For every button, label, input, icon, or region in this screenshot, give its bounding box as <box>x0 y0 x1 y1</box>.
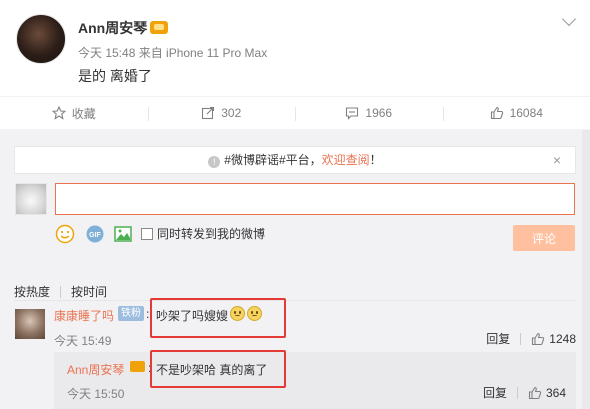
reply-time: 今天 15:50 <box>67 387 125 401</box>
post-action-bar: 收藏 302 1966 16084 <box>0 96 590 130</box>
like-button[interactable]: 16084 <box>442 97 590 129</box>
reply-button[interactable]: 回复 <box>483 384 507 401</box>
notice-link[interactable]: 欢迎查阅 <box>322 153 370 167</box>
comment-icon <box>346 107 359 120</box>
close-icon[interactable]: × <box>553 147 561 173</box>
gif-icon[interactable]: GIF <box>85 224 105 244</box>
highlight-box <box>150 350 286 388</box>
notice-suffix: ！ <box>369 153 382 167</box>
author-avatar[interactable] <box>16 14 66 64</box>
post-content: 是的 离婚了 <box>78 68 152 84</box>
my-avatar[interactable] <box>15 183 47 215</box>
reply-author-name[interactable]: Ann周安琴 <box>67 361 124 378</box>
name-colon: : <box>146 307 150 321</box>
reply-like-count: 364 <box>545 385 566 400</box>
thumb-up-icon[interactable] <box>531 332 545 346</box>
vip-badge-icon <box>150 21 168 34</box>
highlight-box <box>150 298 286 338</box>
submit-comment-button[interactable]: 评论 <box>513 225 575 251</box>
author-name[interactable]: Ann周安琴 <box>78 18 147 38</box>
repost-count: 302 <box>221 106 242 120</box>
forward-option[interactable]: 同时转发到我的微博 <box>141 225 265 242</box>
thumb-up-icon <box>490 106 503 120</box>
tab-time[interactable]: 按时间 <box>71 283 107 300</box>
scrollbar[interactable] <box>582 130 590 409</box>
rumor-notice-banner: ! #微博辟谣#平台，欢迎查阅！ × <box>14 146 576 174</box>
favorite-button[interactable]: 收藏 <box>0 97 148 129</box>
image-icon[interactable] <box>113 224 133 244</box>
comment-time: 今天 15:49 <box>54 334 112 348</box>
ops-divider <box>516 386 518 399</box>
commenter-name[interactable]: 康康睡了吗 <box>54 307 114 324</box>
thumb-up-icon[interactable] <box>528 386 542 400</box>
tab-divider <box>60 285 62 298</box>
forward-label: 同时转发到我的微博 <box>157 227 266 241</box>
comment-count: 1966 <box>365 106 393 120</box>
ops-divider <box>520 332 522 345</box>
vip-badge-icon <box>130 361 145 372</box>
fan-badge: 铁粉 <box>118 306 144 321</box>
like-count: 16084 <box>509 106 543 120</box>
post-header: Ann周安琴 今天 15:48 来自 iPhone 11 Pro Max 是的 … <box>0 0 590 96</box>
tab-hot[interactable]: 按热度 <box>14 283 50 300</box>
favorite-label: 收藏 <box>71 106 96 121</box>
commenter-avatar[interactable] <box>15 309 45 339</box>
star-icon <box>51 106 66 120</box>
comment-button[interactable]: 1966 <box>295 97 443 129</box>
emoji-icon[interactable] <box>55 224 75 244</box>
divider <box>14 300 576 301</box>
comment-sort-tabs: 按热度 按时间 <box>14 283 107 300</box>
reply-button[interactable]: 回复 <box>486 330 510 347</box>
reply-ops: 回复 364 <box>483 384 566 401</box>
post-meta: 今天 15:48 来自 iPhone 11 Pro Max <box>78 46 268 60</box>
comment-like-count: 1248 <box>549 331 576 346</box>
forward-checkbox[interactable] <box>141 227 153 240</box>
repost-icon <box>202 106 215 120</box>
svg-text:GIF: GIF <box>89 232 101 239</box>
info-icon: ! <box>208 156 221 168</box>
comment-input[interactable] <box>55 183 575 215</box>
chevron-down-icon[interactable] <box>561 11 577 27</box>
comment-ops: 回复 1248 <box>486 330 576 347</box>
repost-button[interactable]: 302 <box>147 97 296 129</box>
notice-text: #微博辟谣#平台， <box>224 153 322 167</box>
